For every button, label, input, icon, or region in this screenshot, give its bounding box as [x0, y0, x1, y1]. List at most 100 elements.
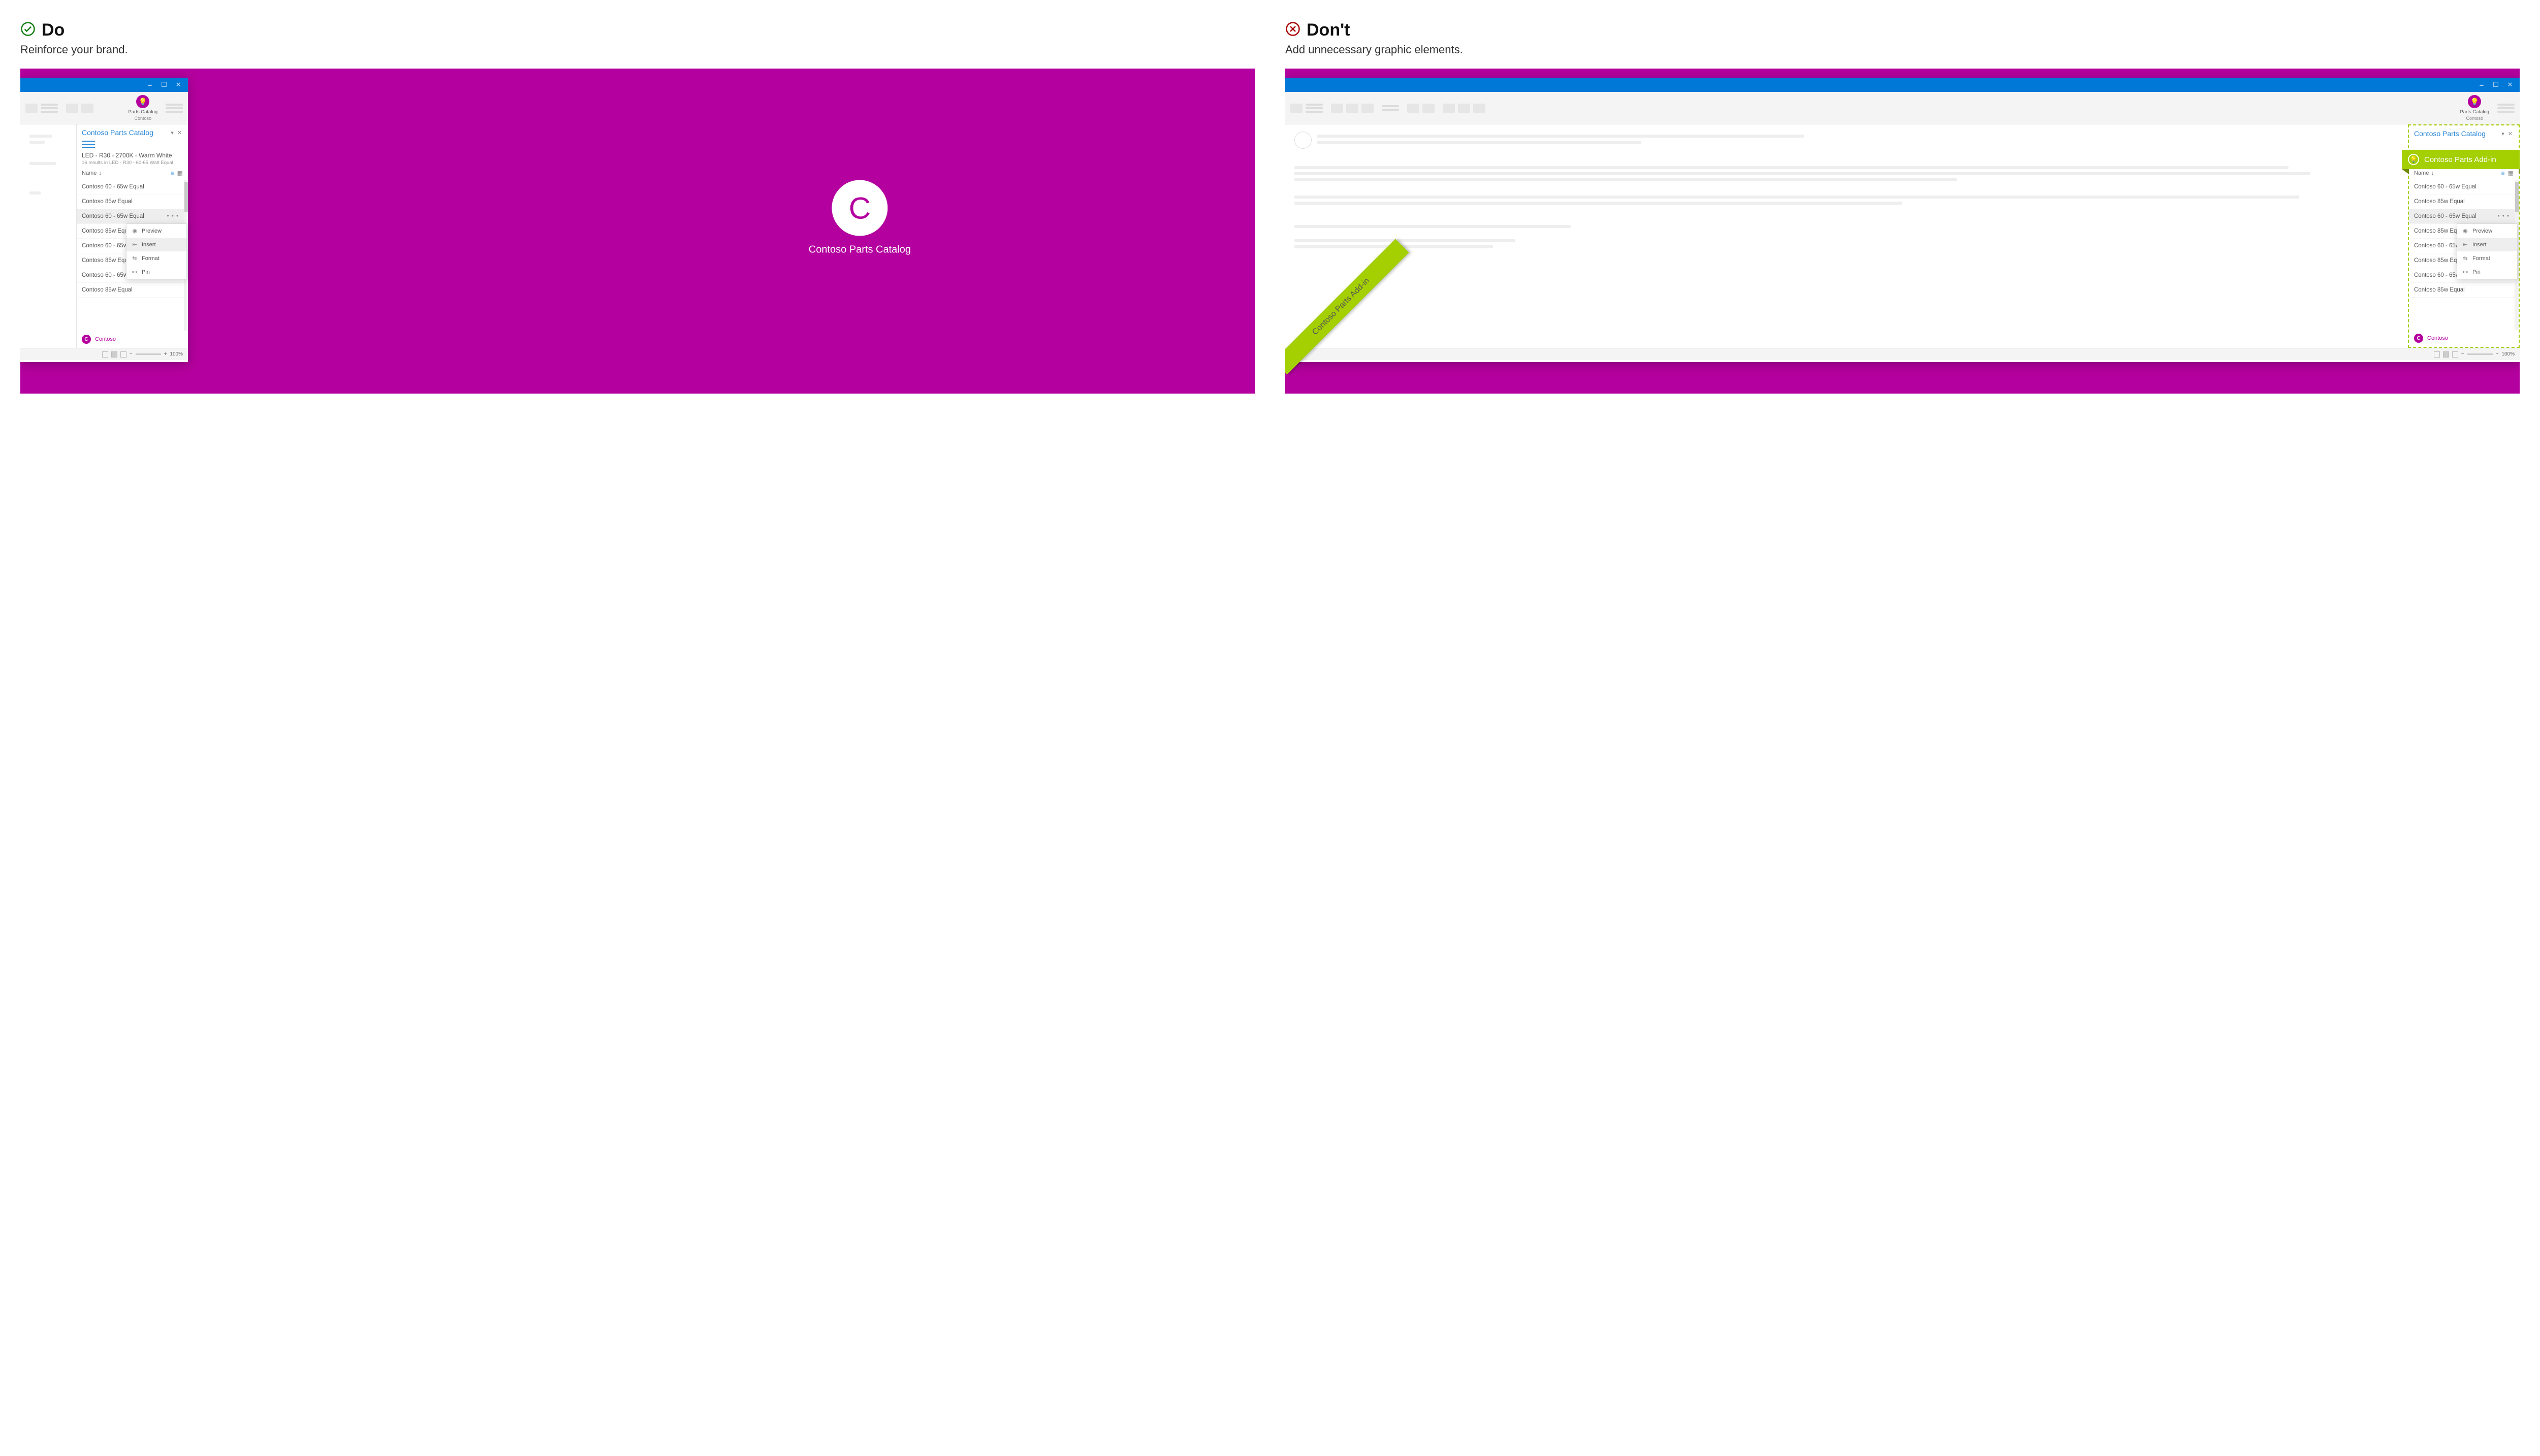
do-subheading: Reinforce your brand.	[20, 43, 1255, 56]
minimize-button[interactable]: –	[145, 81, 154, 89]
menu-insert[interactable]: ⇤Insert	[2457, 238, 2517, 251]
zoom-level: 100%	[170, 351, 183, 357]
sort-arrow-icon[interactable]: ↓	[2431, 170, 2434, 176]
minimize-button[interactable]: –	[2477, 81, 2486, 89]
do-heading: Do	[42, 20, 65, 40]
zoom-in-button[interactable]: +	[164, 351, 167, 357]
more-icon[interactable]: • • •	[2498, 213, 2510, 219]
list-item[interactable]: Contoso 85w Equal	[77, 283, 184, 298]
pane-menu-icon[interactable]: ▾ ✕	[2501, 131, 2514, 137]
list-item[interactable]: Contoso 85w Equal	[77, 195, 184, 209]
mail-body	[1285, 124, 2408, 348]
list-item[interactable]: Contoso 85w Equal	[2409, 195, 2515, 209]
brand-badge-icon: C	[82, 335, 91, 344]
brand-logo-icon: C	[832, 180, 887, 236]
format-icon: ⇆	[2462, 255, 2468, 262]
cross-icon	[1285, 21, 1300, 39]
zoom-slider[interactable]	[2467, 353, 2493, 355]
menu-format[interactable]: ⇆Format	[126, 251, 186, 265]
brand-block: C Contoso Parts Catalog	[809, 180, 911, 256]
maximize-button[interactable]: ☐	[160, 81, 169, 89]
lightbulb-icon: 💡	[136, 95, 149, 108]
list-item[interactable]: Contoso 60 - 65w Equal	[77, 180, 184, 195]
menu-pin[interactable]: ⊷Pin	[2457, 265, 2517, 279]
avatar-placeholder	[1294, 132, 1312, 149]
context-menu: ◉Preview ⇤Insert ⇆Format ⊷Pin	[126, 223, 187, 279]
eye-icon: ◉	[2462, 228, 2468, 234]
list-view-icon[interactable]: ≡	[171, 170, 174, 177]
list-item[interactable]: Contoso 60 - 65w Equal	[2409, 180, 2515, 195]
brand-name: Contoso Parts Catalog	[809, 244, 911, 256]
menu-format[interactable]: ⇆Format	[2457, 251, 2517, 265]
addin-banner: 💡 Contoso Parts Add-in	[2402, 150, 2520, 169]
task-pane-decorated: Contoso Parts Catalog ▾ ✕ 💡 Contoso Part…	[2408, 124, 2520, 348]
hamburger-icon[interactable]	[82, 141, 95, 148]
menu-insert[interactable]: ⇤Insert	[126, 238, 186, 251]
mail-body	[20, 124, 76, 348]
ribbon-addin-button[interactable]: 💡 Parts Catalog Contoso	[2460, 95, 2489, 121]
list-item-selected[interactable]: Contoso 60 - 65w Equal• • • ◉Preview ⇤In…	[77, 209, 184, 224]
menu-preview[interactable]: ◉Preview	[2457, 224, 2517, 238]
window-titlebar: – ☐ ✕	[20, 78, 188, 92]
list-header: Name↓ ≡▦	[2409, 170, 2519, 180]
zoom-in-button[interactable]: +	[2496, 351, 2499, 357]
zoom-level: 100%	[2501, 351, 2515, 357]
dont-subheading: Add unnecessary graphic elements.	[1285, 43, 2520, 56]
view-mode-icon[interactable]	[111, 351, 117, 358]
list-item[interactable]: Contoso 85w Equal	[2409, 283, 2515, 298]
status-bar: − + 100%	[20, 348, 188, 360]
window-titlebar: – ☐ ✕	[1285, 78, 2520, 92]
pane-footer[interactable]: C Contoso	[77, 331, 188, 348]
result-list: Contoso 60 - 65w Equal Contoso 85w Equal…	[2409, 180, 2519, 330]
menu-pin[interactable]: ⊷Pin	[126, 265, 186, 279]
pin-icon: ⊷	[2462, 269, 2468, 275]
view-mode-icon[interactable]	[120, 351, 126, 358]
pane-breadcrumb: LED - R30 - 2700K - Warm White	[77, 152, 188, 159]
list-view-icon[interactable]: ≡	[2501, 170, 2505, 177]
lightbulb-icon: 💡	[2408, 154, 2419, 165]
close-button[interactable]: ✕	[174, 81, 183, 89]
task-pane: Contoso Parts Catalog ▾ ✕ LED - R30 - 27…	[76, 124, 188, 348]
sort-arrow-icon[interactable]: ↓	[99, 170, 102, 176]
more-icon[interactable]: • • •	[167, 213, 179, 219]
status-bar: − + 100%	[1285, 348, 2520, 360]
insert-icon: ⇤	[2462, 241, 2468, 248]
close-button[interactable]: ✕	[2505, 81, 2515, 89]
ribbon-addin-button[interactable]: 💡 Parts Catalog Contoso	[128, 95, 157, 121]
grid-view-icon[interactable]: ▦	[177, 170, 183, 177]
pin-icon: ⊷	[132, 269, 138, 275]
check-icon	[20, 21, 36, 39]
view-mode-icon[interactable]	[2443, 351, 2449, 358]
pane-footer[interactable]: C Contoso	[2409, 330, 2519, 347]
list-item-selected[interactable]: Contoso 60 - 65w Equal• • • ◉Preview ⇤In…	[2409, 209, 2515, 224]
result-list: Contoso 60 - 65w Equal Contoso 85w Equal…	[77, 180, 188, 331]
pane-result-count: 16 results in LED - R30 - 60-65 Watt Equ…	[77, 159, 188, 170]
zoom-out-button[interactable]: −	[2461, 351, 2464, 357]
menu-preview[interactable]: ◉Preview	[126, 224, 186, 238]
dont-panel: Don't Add unnecessary graphic elements. …	[1285, 20, 2520, 394]
insert-icon: ⇤	[132, 241, 138, 248]
do-panel: Do Reinforce your brand. C Contoso Parts…	[20, 20, 1255, 394]
format-icon: ⇆	[132, 255, 138, 262]
pane-title: Contoso Parts Catalog	[2414, 130, 2486, 138]
ribbon: 💡 Parts Catalog Contoso	[1285, 92, 2520, 124]
do-canvas: C Contoso Parts Catalog – ☐ ✕ 💡 Parts Ca…	[20, 69, 1255, 394]
view-mode-icon[interactable]	[102, 351, 108, 358]
pane-menu-icon[interactable]: ▾ ✕	[171, 130, 183, 136]
context-menu: ◉Preview ⇤Insert ⇆Format ⊷Pin	[2457, 223, 2518, 279]
zoom-out-button[interactable]: −	[130, 351, 133, 357]
eye-icon: ◉	[132, 228, 138, 234]
ribbon: 💡 Parts Catalog Contoso	[20, 92, 188, 124]
lightbulb-icon: 💡	[2468, 95, 2481, 108]
zoom-slider[interactable]	[136, 353, 161, 355]
view-mode-icon[interactable]	[2452, 351, 2458, 358]
outlook-window: – ☐ ✕ 💡 Parts Catalog Contoso	[1285, 78, 2520, 362]
view-mode-icon[interactable]	[2434, 351, 2440, 358]
dont-heading: Don't	[1307, 20, 1350, 40]
brand-badge-icon: C	[2414, 334, 2423, 343]
grid-view-icon[interactable]: ▦	[2508, 170, 2514, 177]
outlook-window: – ☐ ✕ 💡 Parts Catalog Contoso	[20, 78, 188, 362]
dont-canvas: – ☐ ✕ 💡 Parts Catalog Contoso	[1285, 69, 2520, 394]
maximize-button[interactable]: ☐	[2491, 81, 2500, 89]
list-header: Name↓ ≡▦	[77, 170, 188, 180]
